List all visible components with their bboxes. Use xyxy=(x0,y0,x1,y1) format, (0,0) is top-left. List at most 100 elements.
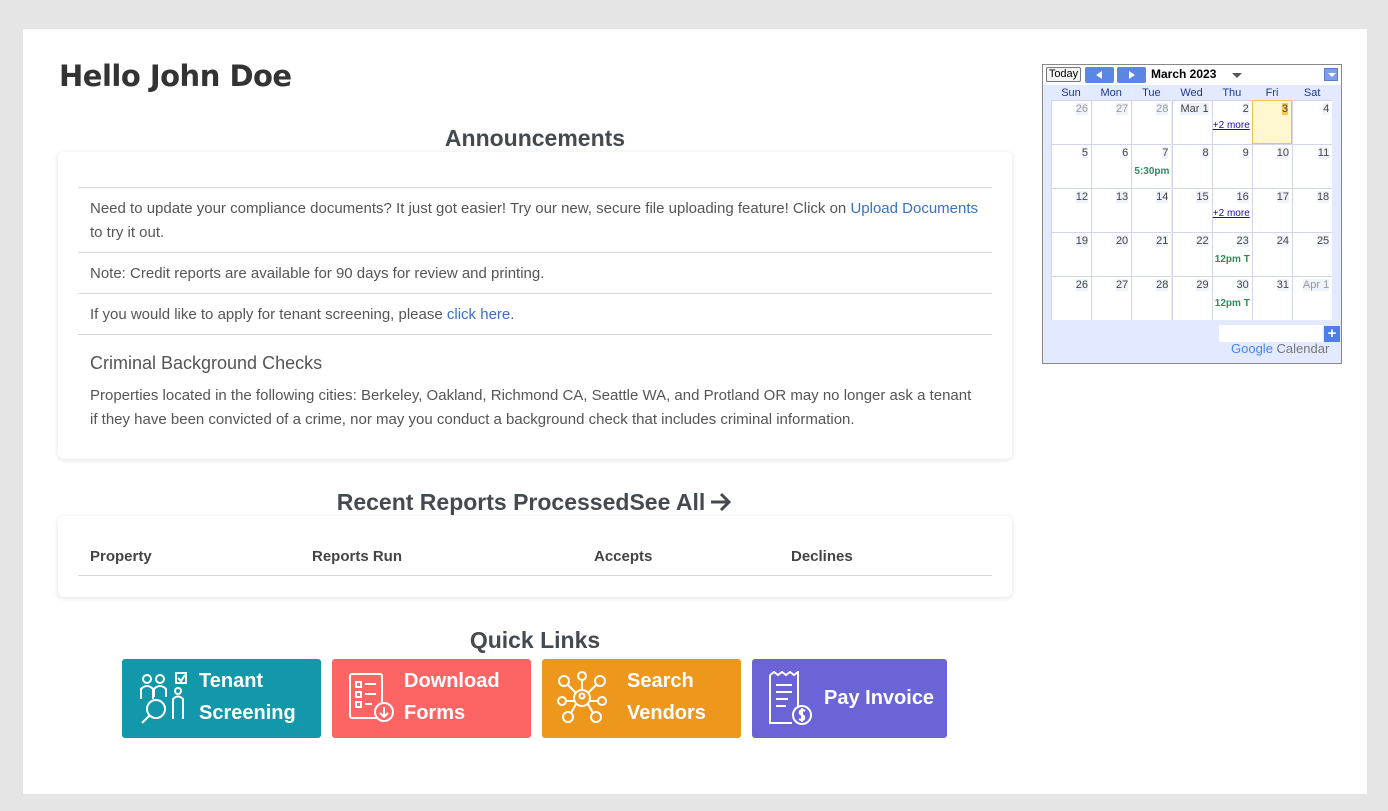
weekday-label: Sun xyxy=(1061,87,1081,99)
col-declines: Declines xyxy=(791,548,853,565)
weekday-label: Mon xyxy=(1100,87,1122,99)
criminal-checks-heading: Criminal Background Checks xyxy=(90,353,323,373)
tenant-screening-label: Tenant Screening xyxy=(199,665,296,729)
calendar-day-cell[interactable]: 10 xyxy=(1252,144,1292,188)
calendar-day-cell[interactable]: Apr 1 xyxy=(1292,276,1333,320)
calendar-day-cell[interactable]: 13 xyxy=(1091,188,1132,232)
calendar-event[interactable]: 12pm T xyxy=(1215,254,1253,265)
calendar-day-cell[interactable]: 23 12pm T xyxy=(1211,232,1253,276)
col-accepts: Accepts xyxy=(594,548,653,565)
chevron-down-icon xyxy=(1328,73,1336,77)
calendar-day-cell[interactable]: 27 xyxy=(1091,276,1132,320)
calendar-day-number: 28 xyxy=(1156,279,1169,291)
calendar-day-number: 29 xyxy=(1196,279,1209,291)
calendar-day-cell[interactable]: 30 12pm T xyxy=(1211,276,1253,320)
google-calendar: Today March 2023 Sun Mon Tue Wed Thu Fri Sat 2… xyxy=(1042,64,1342,364)
calendar-more-link[interactable]: +2 more xyxy=(1213,208,1250,219)
see-all-link[interactable]: See All xyxy=(629,489,733,515)
calendar-day-cell[interactable]: 14 xyxy=(1131,188,1172,232)
calendar-day-cell[interactable]: 25 xyxy=(1292,232,1333,276)
calendar-day-cell[interactable]: 27 xyxy=(1091,100,1132,144)
invoice-icon xyxy=(769,671,812,725)
calendar-day-number: 30 xyxy=(1236,279,1249,291)
calendar-day-cell[interactable]: 22 xyxy=(1171,232,1212,276)
calendar-day-cell[interactable]: 16 +2 more xyxy=(1211,188,1252,232)
download-forms-line1: Download xyxy=(404,670,500,692)
calendar-day-cell[interactable]: 24 xyxy=(1252,232,1292,276)
calendar-event[interactable]: 5:30pm xyxy=(1134,166,1172,177)
announcement-screening-text: If you would like to apply for tenant sc… xyxy=(90,306,447,323)
calendar-day-cell[interactable]: 11 xyxy=(1292,144,1333,188)
tenant-screening-icon xyxy=(140,672,187,724)
calendar-day-cell[interactable]: 26 xyxy=(1051,276,1091,320)
google-logo-text: Google xyxy=(1231,341,1273,356)
calendar-more-link[interactable]: +2 more xyxy=(1213,120,1250,131)
calendar-day-cell[interactable]: 8 xyxy=(1171,144,1212,188)
calendar-day-cell[interactable]: 28 xyxy=(1131,100,1172,144)
arrow-right-icon xyxy=(1129,71,1135,79)
calendar-event[interactable]: 12pm T xyxy=(1215,298,1253,309)
calendar-today-button[interactable]: Today xyxy=(1046,67,1081,82)
calendar-day-number: Mar 1 xyxy=(1180,103,1209,115)
add-to-calendar-button[interactable]: + xyxy=(1324,326,1340,342)
calendar-day-number: 2 xyxy=(1242,103,1249,115)
upload-documents-link[interactable]: Upload Documents xyxy=(850,200,978,217)
tenant-screening-button[interactable]: Tenant Screening xyxy=(122,659,321,738)
google-calendar-logo[interactable]: Google Calendar xyxy=(1231,341,1329,356)
calendar-day-cell[interactable]: 20 xyxy=(1091,232,1132,276)
calendar-day-cell[interactable]: 3 xyxy=(1252,100,1292,144)
tenant-screening-line1: Tenant xyxy=(199,670,264,692)
calendar-day-cell[interactable]: 4 xyxy=(1292,100,1333,144)
pay-invoice-button[interactable]: Pay Invoice xyxy=(752,659,947,738)
download-forms-icon xyxy=(349,673,394,722)
calendar-day-cell[interactable]: 18 xyxy=(1292,188,1333,232)
page-title: Hello John Doe xyxy=(59,59,292,93)
pay-invoice-label: Pay Invoice xyxy=(824,687,935,709)
calendar-day-cell[interactable]: 7 5:30pm xyxy=(1131,144,1172,188)
calendar-day-cell[interactable]: 21 xyxy=(1131,232,1172,276)
month-dropdown-icon[interactable] xyxy=(1232,73,1242,78)
calendar-day-number: 20 xyxy=(1115,235,1129,247)
calendar-toolbar: Today March 2023 xyxy=(1043,65,1341,85)
calendar-day-number: 4 xyxy=(1323,103,1330,115)
calendar-day-cell[interactable]: 28 xyxy=(1131,276,1172,320)
weekday-label: Tue xyxy=(1142,87,1161,99)
quick-links-title: Quick Links xyxy=(469,627,601,653)
calendar-day-cell[interactable]: 31 xyxy=(1252,276,1292,320)
calendar-day-number: 18 xyxy=(1316,191,1330,203)
calendar-day-number: 13 xyxy=(1115,191,1129,203)
calendar-day-cell[interactable]: 6 xyxy=(1091,144,1132,188)
calendar-month-label: March 2023 xyxy=(1151,67,1217,81)
calendar-day-cell[interactable]: 29 xyxy=(1171,276,1212,320)
announcement-credit-text: Note: Credit reports are available for 9… xyxy=(90,265,545,282)
calendar-day-number: 31 xyxy=(1276,279,1289,291)
calendar-day-number: 11 xyxy=(1317,147,1330,159)
calendar-day-number: 26 xyxy=(1075,103,1088,115)
search-vendors-button[interactable]: Search Vendors xyxy=(542,659,741,738)
calendar-day-cell[interactable]: 12 xyxy=(1051,188,1091,232)
search-vendors-line1: Search xyxy=(627,670,694,692)
calendar-day-number: 12 xyxy=(1075,191,1088,203)
calendar-day-cell[interactable]: 15 xyxy=(1171,188,1212,232)
calendar-next-button[interactable] xyxy=(1117,67,1146,83)
calendar-prev-button[interactable] xyxy=(1085,67,1114,83)
weekday-label: Thu xyxy=(1222,87,1242,99)
announcement-screening: If you would like to apply for tenant sc… xyxy=(78,293,992,335)
calendar-day-number: 9 xyxy=(1242,147,1249,159)
click-here-link[interactable]: click here xyxy=(447,306,510,323)
calendar-day-cell[interactable]: 9 xyxy=(1211,144,1252,188)
download-forms-button[interactable]: Download Forms xyxy=(332,659,531,738)
download-forms-label: Download Forms xyxy=(404,665,500,729)
calendar-day-cell[interactable]: 17 xyxy=(1252,188,1292,232)
calendar-logo-text: Calendar xyxy=(1276,341,1330,356)
calendar-day-cell[interactable]: 2 +2 more xyxy=(1211,100,1252,144)
calendar-day-number: 27 xyxy=(1115,103,1129,115)
calendar-day-cell[interactable]: 5 xyxy=(1051,144,1091,188)
calendar-day-cell[interactable]: 19 xyxy=(1051,232,1091,276)
calendar-day-cell[interactable]: Mar 1 xyxy=(1171,100,1212,144)
calendar-day-number: 15 xyxy=(1196,191,1209,203)
calendar-day-number: 10 xyxy=(1276,147,1289,159)
calendar-day-cell[interactable]: 26 xyxy=(1051,100,1091,144)
calendar-menu-button[interactable] xyxy=(1324,68,1338,81)
calendar-footer: + Google Calendar xyxy=(1043,323,1341,363)
